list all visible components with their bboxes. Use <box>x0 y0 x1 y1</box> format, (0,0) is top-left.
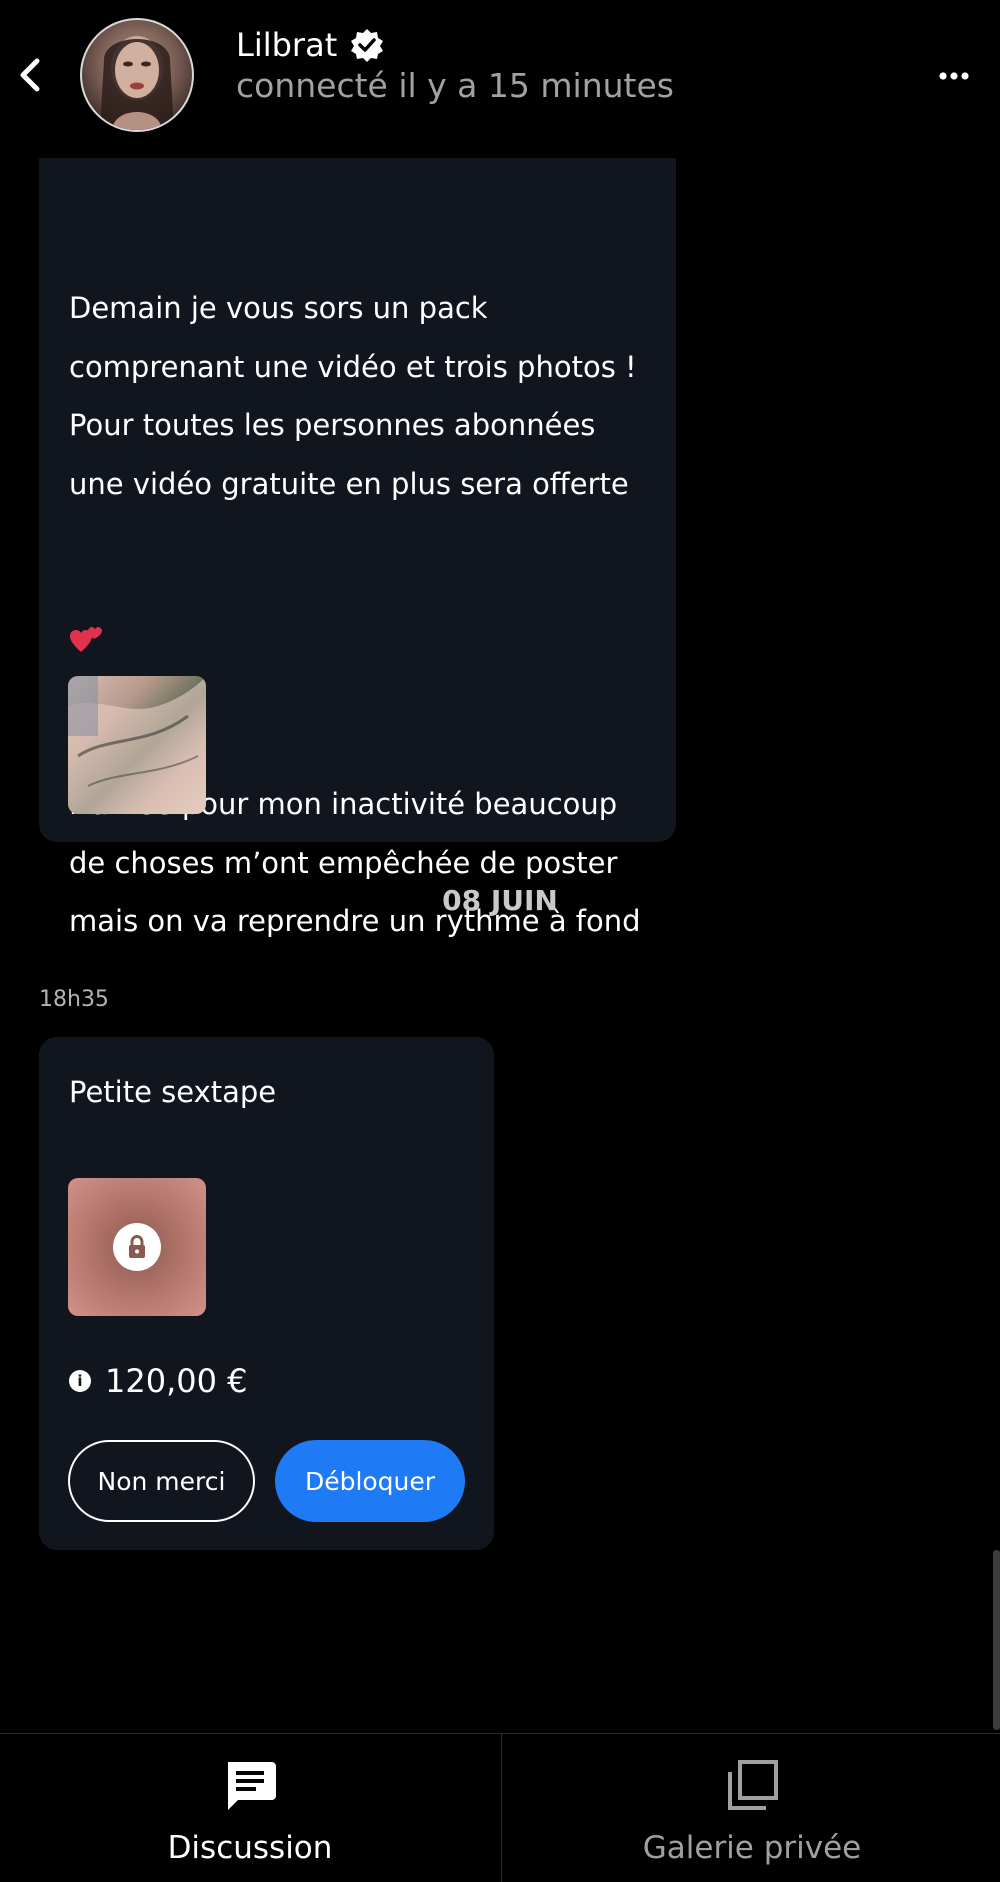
tab-label: Galerie privée <box>642 1830 862 1866</box>
avatar-image <box>100 36 174 130</box>
presence-status: connecté il y a 15 minutes <box>236 66 674 105</box>
gallery-icon <box>728 1760 778 1810</box>
verified-badge-icon <box>351 29 384 62</box>
message-title: Petite sextape <box>69 1075 277 1109</box>
user-name-row[interactable]: Lilbrat <box>236 24 385 66</box>
tab-private-gallery[interactable]: Galerie privée <box>501 1734 1000 1882</box>
bottom-navigation: Discussion Galerie privée <box>0 1733 1000 1882</box>
tab-discussion[interactable]: Discussion <box>0 1734 500 1882</box>
media-preview-image <box>68 676 206 814</box>
price: 120,00 € <box>105 1362 248 1400</box>
two-hearts-icon <box>70 627 102 652</box>
locked-media-thumbnail[interactable] <box>68 1178 206 1316</box>
more-dots-icon <box>939 72 969 80</box>
message-time: 18h35 <box>39 987 109 1012</box>
price-row: i 120,00 € <box>69 1359 248 1403</box>
info-icon[interactable]: i <box>69 1370 91 1392</box>
media-thumbnail[interactable] <box>68 676 206 814</box>
lock-badge <box>113 1223 161 1271</box>
decline-button[interactable]: Non merci <box>68 1440 255 1522</box>
chat-icon <box>228 1762 276 1810</box>
chevron-left-icon <box>20 58 40 92</box>
tab-label: Discussion <box>167 1830 333 1866</box>
message-paragraph: Demain je vous sors un pack comprenant u… <box>69 291 637 501</box>
avatar[interactable] <box>80 18 194 132</box>
message-bubble: Demain je vous sors un pack comprenant u… <box>39 158 676 1090</box>
more-options-button[interactable] <box>932 62 976 90</box>
chat-header: Lilbrat connecté il y a 15 minutes <box>0 0 1000 158</box>
back-button[interactable] <box>12 52 48 98</box>
date-separator: 08 JUIN <box>442 884 558 917</box>
scrollbar[interactable] <box>993 1550 1000 1730</box>
lock-icon <box>129 1235 145 1258</box>
paid-message-bubble: Petite sextape i 120,00 € Non merci Débl… <box>39 1037 494 1550</box>
unlock-button[interactable]: Débloquer <box>275 1440 465 1522</box>
user-name: Lilbrat <box>236 26 338 64</box>
